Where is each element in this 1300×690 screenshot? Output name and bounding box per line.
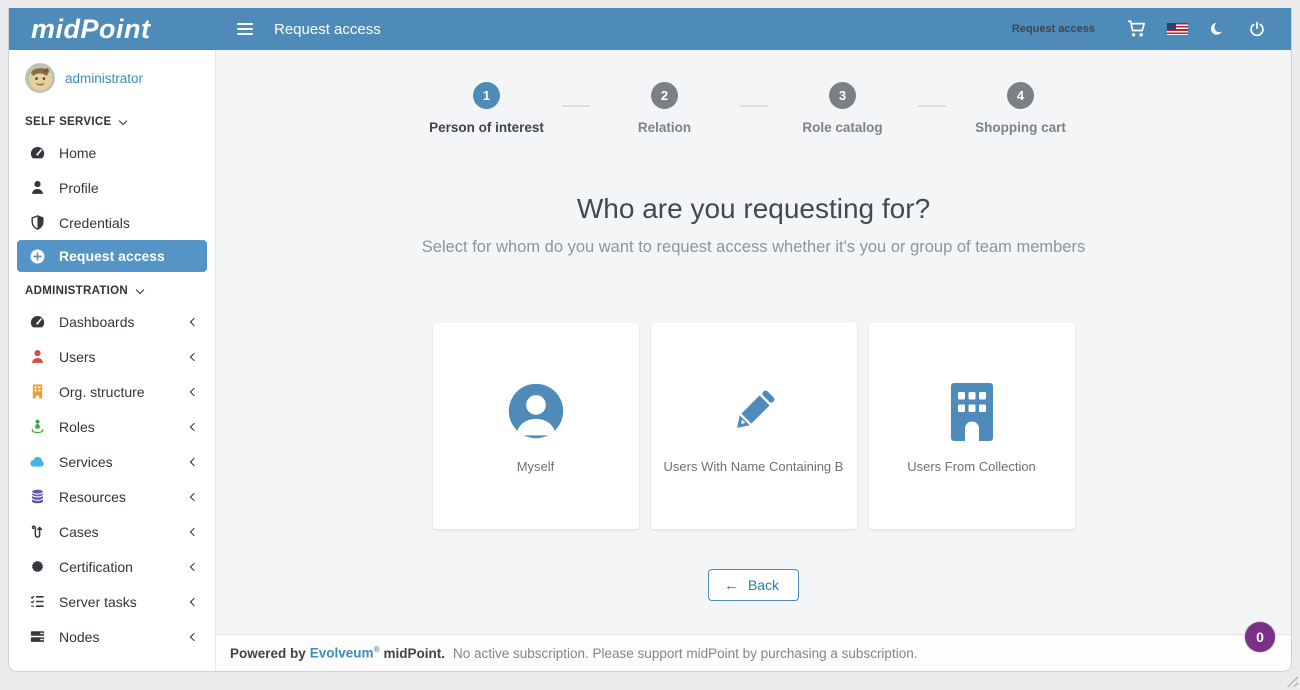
shield-icon (28, 214, 46, 232)
step-person-of-interest[interactable]: 1 Person of interest (412, 82, 562, 135)
chevron-left-icon (190, 597, 198, 605)
building-icon (946, 323, 998, 441)
sidebar: administrator SELF SERVICE Home Profile … (9, 50, 216, 671)
chevron-down-icon (119, 116, 127, 124)
database-icon (28, 488, 46, 506)
sidebar-item-services[interactable]: Services (9, 444, 215, 479)
chevron-left-icon (190, 422, 198, 430)
step-connector (918, 105, 946, 107)
selection-tiles: Myself Users With Name Containing B (433, 323, 1075, 529)
step-relation[interactable]: 2 Relation (590, 82, 740, 135)
chevron-left-icon (190, 527, 198, 535)
midpoint-text: midPoint. (383, 646, 445, 661)
sidebar-item-cases[interactable]: Cases (9, 514, 215, 549)
question-title: Who are you requesting for? (577, 193, 930, 225)
sidebar-item-certification[interactable]: Certification (9, 549, 215, 584)
tachometer-icon (28, 313, 46, 331)
user-icon (28, 348, 46, 366)
user-circle-icon (506, 323, 566, 441)
sidebar-item-roles[interactable]: Roles (9, 409, 215, 444)
user-panel: administrator (9, 50, 215, 103)
route-icon (28, 523, 46, 541)
step-connector (740, 105, 768, 107)
chevron-left-icon (190, 632, 198, 640)
evolveum-link[interactable]: Evolveum® (310, 645, 380, 661)
step-number-badge: 2 (651, 82, 678, 109)
us-flag-icon[interactable] (1157, 23, 1197, 35)
powered-by-text: Powered by (230, 646, 306, 661)
chevron-left-icon (190, 492, 198, 500)
tasks-icon (28, 593, 46, 611)
sidebar-item-nodes[interactable]: Nodes (9, 619, 215, 654)
breadcrumb: Request access (1012, 23, 1095, 35)
wizard-stepper: 1 Person of interest 2 Relation 3 Role c… (412, 82, 1096, 135)
subscription-note: No active subscription. Please support m… (453, 646, 918, 661)
chevron-left-icon (190, 317, 198, 325)
plus-circle-icon (28, 247, 46, 265)
sidebar-item-server-tasks[interactable]: Server tasks (9, 584, 215, 619)
chevron-left-icon (190, 457, 198, 465)
step-role-catalog[interactable]: 3 Role catalog (768, 82, 918, 135)
back-button[interactable]: ← Back (708, 569, 799, 601)
chevron-left-icon (190, 562, 198, 570)
arrow-left-icon: ← (724, 578, 739, 593)
certificate-icon (28, 558, 46, 576)
step-shopping-cart[interactable]: 4 Shopping cart (946, 82, 1096, 135)
hamburger-menu-icon[interactable] (233, 19, 257, 39)
pencil-icon (724, 323, 784, 441)
sidebar-section-self-service[interactable]: SELF SERVICE (9, 103, 215, 135)
chevron-left-icon (190, 352, 198, 360)
moon-icon[interactable] (1197, 21, 1237, 37)
building-icon (28, 383, 46, 401)
main-content: 1 Person of interest 2 Relation 3 Role c… (216, 50, 1291, 671)
sidebar-item-users[interactable]: Users (9, 339, 215, 374)
resize-handle-icon[interactable] (1285, 674, 1298, 687)
topbar-actions: Request access (1012, 20, 1277, 38)
footer: Powered by Evolveum® midPoint. No active… (216, 634, 1291, 671)
midpoint-logo[interactable]: midPoint (31, 14, 191, 45)
user-icon (28, 179, 46, 197)
server-icon (28, 628, 46, 646)
username-link[interactable]: administrator (65, 71, 143, 86)
tile-myself[interactable]: Myself (433, 323, 639, 529)
step-connector (562, 105, 590, 107)
sidebar-item-resources[interactable]: Resources (9, 479, 215, 514)
question-subtitle: Select for whom do you want to request a… (422, 238, 1085, 257)
app-window: midPoint Request access Request access (8, 8, 1292, 672)
desktop-background: midPoint Request access Request access (0, 0, 1300, 690)
chevron-left-icon (190, 387, 198, 395)
cart-icon[interactable] (1117, 20, 1157, 38)
sidebar-item-request-access[interactable]: Request access (17, 240, 207, 272)
tile-users-with-name-containing-b[interactable]: Users With Name Containing B (651, 323, 857, 529)
cart-count-badge[interactable]: 0 (1245, 622, 1275, 652)
sidebar-section-administration[interactable]: ADMINISTRATION (9, 272, 215, 304)
sidebar-item-home[interactable]: Home (9, 135, 215, 170)
tachometer-icon (28, 144, 46, 162)
sidebar-item-profile[interactable]: Profile (9, 170, 215, 205)
tile-users-from-collection[interactable]: Users From Collection (869, 323, 1075, 529)
top-navbar: midPoint Request access Request access (9, 8, 1291, 50)
sidebar-item-org-structure[interactable]: Org. structure (9, 374, 215, 409)
avatar[interactable] (25, 63, 55, 93)
sidebar-item-credentials[interactable]: Credentials (9, 205, 215, 240)
cloud-icon (28, 453, 46, 471)
power-icon[interactable] (1237, 21, 1277, 37)
step-number-badge: 4 (1007, 82, 1034, 109)
sidebar-item-dashboards[interactable]: Dashboards (9, 304, 215, 339)
step-number-badge: 3 (829, 82, 856, 109)
step-number-badge: 1 (473, 82, 500, 109)
chevron-down-icon (136, 285, 144, 293)
street-view-icon (28, 418, 46, 436)
page-title: Request access (274, 21, 381, 38)
